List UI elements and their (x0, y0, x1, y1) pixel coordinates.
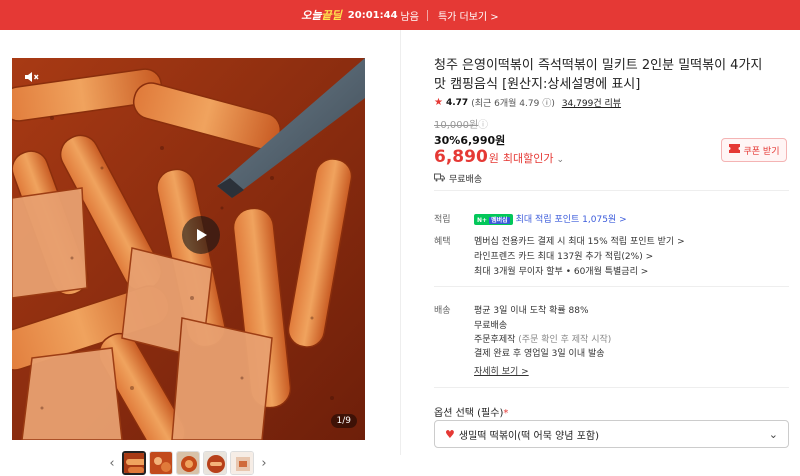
original-price: 10,000원 (434, 120, 479, 131)
delivery-label: 배송 (434, 306, 451, 316)
product-info-panel: 청주 은영이떡볶이 즉석떡볶이 밀키트 2인분 밀떡볶이 4가지맛 캠핑음식 [… (400, 30, 800, 455)
rating-row: ★ 4.77 (최근 6개월 4.79 ⓘ) 34,799건 리뷰 (434, 96, 621, 109)
mute-icon[interactable] (22, 68, 40, 86)
npay-membership-badge: N+ 멤버십 (474, 214, 513, 225)
rating-score: 4.77 (445, 97, 469, 108)
product-gallery: 1/9 ‹ › (0, 30, 390, 475)
review-link[interactable]: 34,799건 리뷰 (562, 96, 621, 109)
max-point-link[interactable]: 최대 적립 포인트 1,075원 > (516, 215, 627, 225)
sale-price: 6,990원 (460, 134, 506, 147)
price-info-icon[interactable]: ⓘ (478, 116, 488, 131)
deal-brand-logo: 오늘끝딜 (301, 9, 342, 22)
benefit-label: 혜택 (434, 237, 451, 247)
image-counter: 1/9 (330, 414, 357, 428)
rating-recent: (최근 6개월 4.79 (471, 99, 540, 109)
divider (434, 190, 789, 191)
discount-row: 30%6,990원 (434, 132, 505, 148)
benefit-line-1[interactable]: 멤버십 전용카드 결제 시 최대 15% 적립 포인트 받기 > (474, 234, 685, 247)
divider (434, 387, 789, 388)
option-label: 옵션 선택 (필수)* (434, 408, 509, 419)
made-to-order-note: (주문 확인 후 제작 시작) (518, 335, 612, 345)
shipping-row: 무료배송 (434, 172, 482, 185)
delivery-detail-link[interactable]: 자세히 보기 > (474, 364, 529, 377)
product-title: 청주 은영이떡볶이 즉석떡볶이 밀키트 2인분 밀떡볶이 4가지맛 캠핑음식 [… (434, 58, 763, 92)
chevron-down-icon: ⌄ (768, 427, 778, 441)
delivery-probability: 평균 3일 이내 도착 확률 88% (474, 306, 589, 316)
heart-icon: ♥ (445, 427, 455, 441)
benefit-line-2[interactable]: 라인프렌즈 카드 최대 137원 추가 적립(2%) > (474, 249, 653, 262)
option-selected-value: 생밀떡 떡볶이(떡 어묵 양념 포함) (458, 430, 599, 442)
divider (434, 286, 789, 287)
delivery-made-to-order: 주문후제작 (주문 확인 후 제작 시작) (474, 335, 612, 345)
benefit-line-3[interactable]: 최대 3개월 무이자 할부 • 60개월 특별금리 > (474, 264, 648, 277)
deal-remaining-label: 남음 (400, 11, 419, 23)
coupon-button[interactable]: 쿠폰 받기 (721, 138, 787, 162)
final-price: 6,890 (434, 147, 488, 167)
banner-divider (426, 9, 428, 21)
star-icon: ★ (434, 97, 443, 108)
point-label: 적립 (434, 215, 451, 225)
next-thumb-arrow[interactable]: › (257, 456, 271, 471)
coupon-label: 쿠폰 받기 (743, 146, 780, 157)
coupon-icon (728, 144, 740, 156)
thumbnail-strip: ‹ › (105, 450, 271, 476)
more-deals-link[interactable]: 특가 더보기 > (438, 8, 499, 23)
deal-countdown: 20:01:44 (347, 9, 398, 21)
delivery-free: 무료배송 (474, 321, 508, 331)
rating-info-icon[interactable]: ⓘ) (542, 96, 555, 109)
free-shipping-label: 무료배송 (449, 175, 483, 185)
truck-icon (434, 173, 445, 185)
product-video[interactable]: 1/9 (12, 58, 365, 440)
delivery-ship-time: 결제 완료 후 영업일 3일 이내 발송 (474, 349, 605, 359)
play-icon[interactable] (182, 216, 220, 254)
final-price-row[interactable]: 6,890 원 최대할인가 ⌄ (434, 147, 564, 167)
option-select[interactable]: ♥ 생밀떡 떡볶이(떡 어묵 양념 포함) ⌄ (434, 420, 789, 448)
prev-thumb-arrow[interactable]: ‹ (105, 456, 119, 471)
final-price-unit: 원 (488, 152, 499, 165)
deal-banner: 오늘끝딜 20:01:44 남음 특가 더보기 > (0, 0, 800, 30)
point-row[interactable]: N+ 멤버십 최대 적립 포인트 1,075원 > (474, 212, 627, 225)
max-discount-label: 최대할인가 (502, 152, 554, 165)
chevron-down-icon[interactable]: ⌄ (557, 155, 565, 165)
required-mark: * (503, 408, 509, 419)
discount-rate: 30% (434, 134, 461, 147)
